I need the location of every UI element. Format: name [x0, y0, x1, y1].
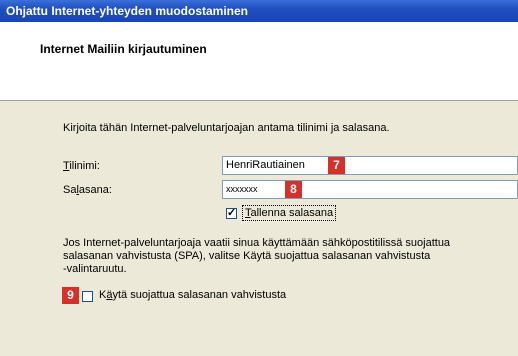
username-input[interactable]: HenriRautiainen: [222, 156, 518, 175]
password-label-post: asana:: [78, 184, 112, 196]
annotation-badge-9: 9: [62, 287, 79, 304]
password-input[interactable]: xxxxxxx: [222, 180, 518, 199]
page-title: Internet Mailiin kirjautuminen: [40, 42, 207, 56]
spa-description-line: salasanan vahvistusta (SPA), valitse Käy…: [63, 250, 431, 262]
spa-description-line: -valintaruutu.: [63, 263, 127, 275]
spa-checkbox-label[interactable]: Käytä suojattua salasanan vahvistusta: [99, 289, 286, 301]
spa-label-post: ytä suojattua salasanan vahvistusta: [112, 289, 287, 301]
password-label-pre: Sa: [63, 184, 77, 196]
username-label-rest: ilinimi:: [69, 160, 100, 172]
save-password-rest: allenna salasana: [250, 207, 334, 219]
save-password-label[interactable]: Tallenna salasana: [242, 205, 337, 221]
annotation-badge-8: 8: [285, 181, 302, 198]
annotation-badge-7: 7: [328, 157, 345, 174]
spa-description: Jos Internet-palveluntarjoaja vaatii sin…: [63, 237, 503, 276]
window-title: Ohjattu Internet-yhteyden muodostaminen: [6, 4, 249, 18]
username-label: Tilinimi:: [63, 160, 100, 172]
instruction-text: Kirjoita tähän Internet-palveluntarjoaja…: [63, 122, 390, 134]
spa-description-line: Jos Internet-palveluntarjoaja vaatii sin…: [63, 237, 451, 249]
wizard-header: Internet Mailiin kirjautuminen: [0, 22, 518, 101]
spa-checkbox[interactable]: [82, 291, 93, 302]
checkmark-icon: ✓: [227, 207, 237, 219]
window-titlebar: Ohjattu Internet-yhteyden muodostaminen: [0, 0, 518, 22]
save-password-checkbox[interactable]: ✓: [226, 207, 237, 219]
password-label: Salasana:: [63, 184, 112, 196]
